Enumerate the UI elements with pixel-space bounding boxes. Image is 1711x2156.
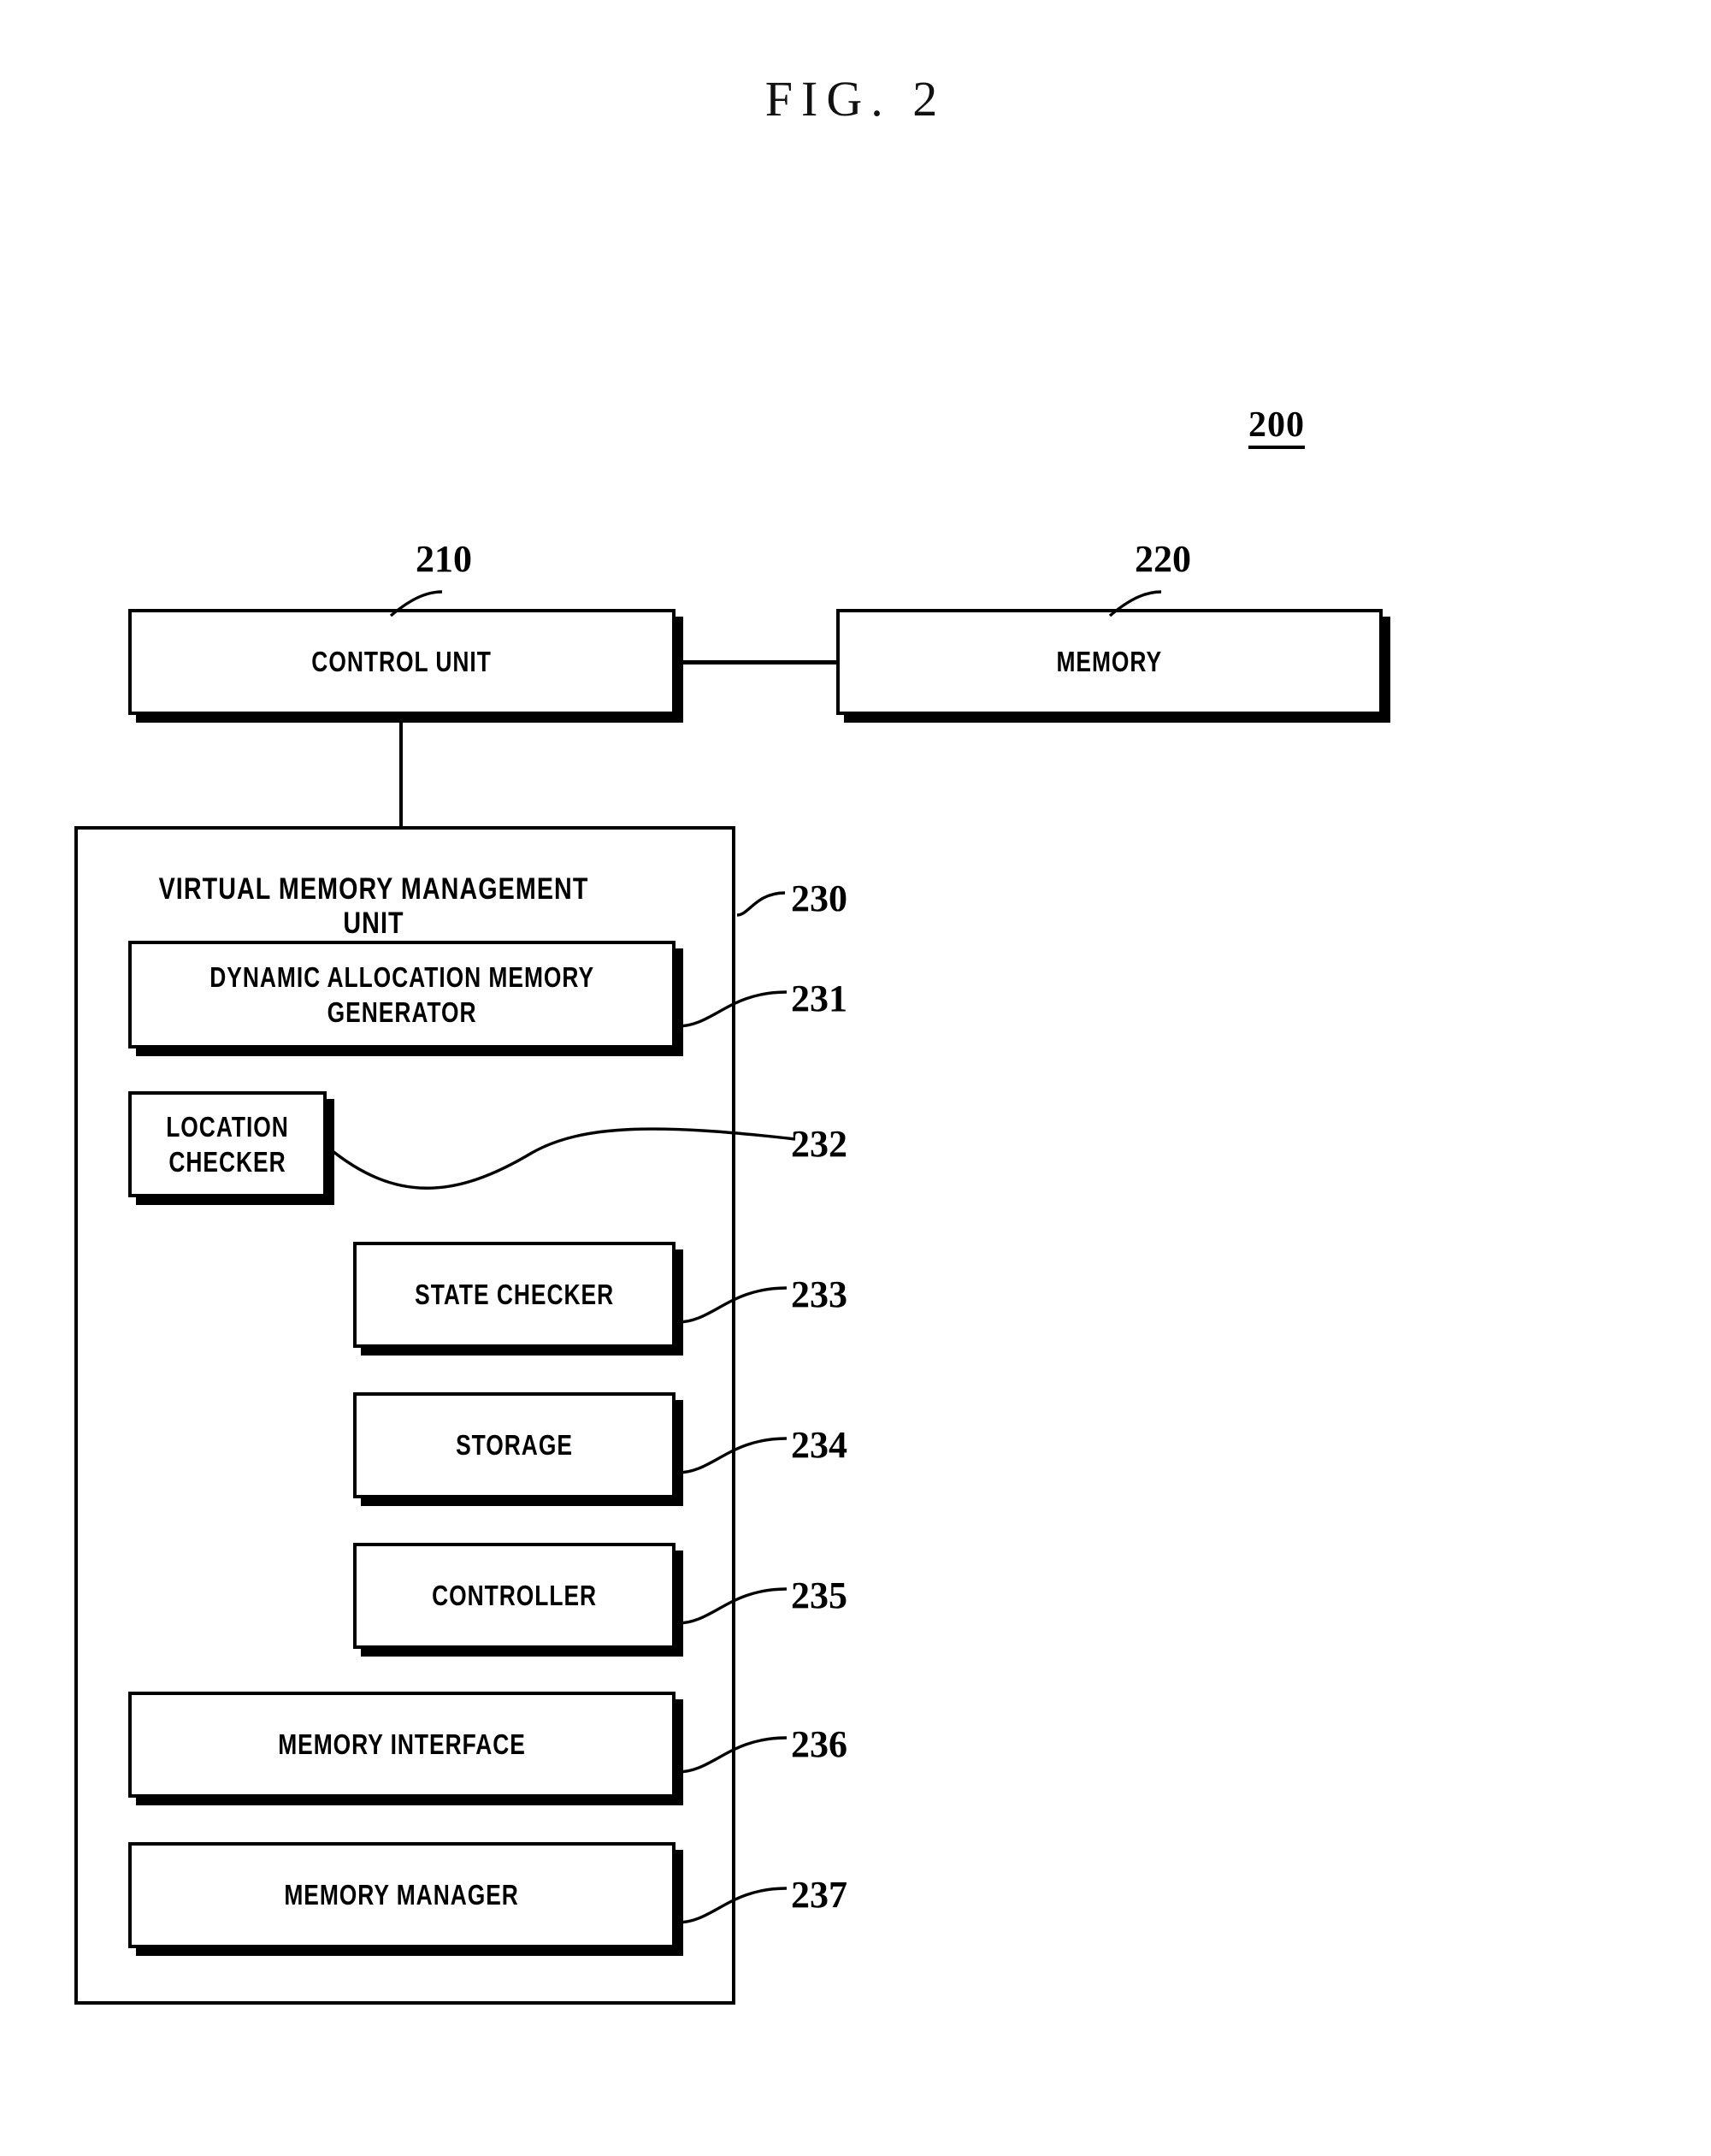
leader-line-237 [676,1887,788,1924]
connector-control-unit-to-vmmu [399,723,403,830]
block-memory-interface-label: MEMORY INTERFACE [278,1728,526,1761]
reference-number-235: 235 [791,1574,847,1616]
block-location-checker-label: LOCATION CHECKER [166,1110,289,1178]
leader-line-220 [1108,590,1162,617]
block-controller: CONTROLLER [353,1543,676,1649]
block-memory-manager: MEMORY MANAGER [128,1842,676,1948]
block-virtual-memory-management-unit-label: VIRTUAL MEMORY MANAGEMENT UNIT [158,872,589,940]
reference-number-237: 237 [791,1874,847,1916]
block-control-unit-label: CONTROL UNIT [311,646,493,678]
block-controller-label: CONTROLLER [432,1580,597,1612]
leader-line-233 [676,1286,788,1324]
connector-control-unit-to-memory [679,660,840,665]
reference-number-232: 232 [791,1123,847,1165]
block-location-checker: LOCATION CHECKER [128,1091,327,1197]
block-storage: STORAGE [353,1392,676,1498]
block-memory-interface: MEMORY INTERFACE [128,1692,676,1798]
block-dynamic-allocation-memory-generator-label: DYNAMIC ALLOCATION MEMORY GENERATOR [209,960,594,1028]
reference-number-233: 233 [791,1273,847,1315]
reference-number-234: 234 [791,1424,847,1466]
leader-line-234 [676,1437,788,1474]
leader-line-232 [327,1127,796,1190]
block-dynamic-allocation-memory-generator: DYNAMIC ALLOCATION MEMORY GENERATOR [128,941,676,1048]
reference-number-210: 210 [416,538,472,580]
block-state-checker-label: STATE CHECKER [415,1279,614,1311]
block-memory-label: MEMORY [1056,646,1163,678]
block-state-checker: STATE CHECKER [353,1242,676,1348]
reference-number-230: 230 [791,877,847,919]
leader-line-231 [676,990,788,1028]
leader-line-210 [389,590,443,617]
reference-number-236: 236 [791,1723,847,1765]
system-reference-number: 200 [1248,407,1305,449]
leader-line-236 [676,1736,788,1774]
block-storage-label: STORAGE [456,1429,573,1462]
reference-number-231: 231 [791,978,847,1019]
block-memory-manager-label: MEMORY MANAGER [284,1879,520,1911]
reference-number-220: 220 [1135,538,1191,580]
leader-line-235 [676,1587,788,1625]
figure-title: FIG. 2 [764,71,947,127]
